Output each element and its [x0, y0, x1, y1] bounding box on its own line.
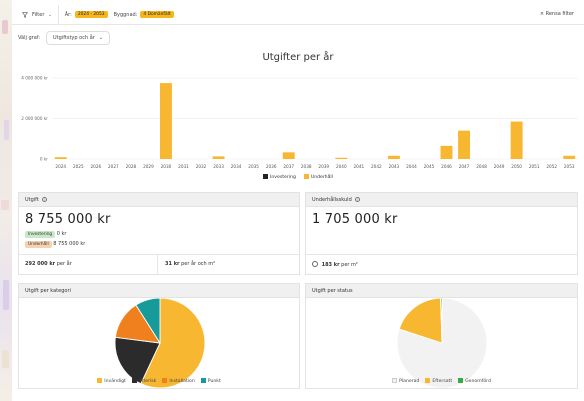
x-tick-label: 2029 — [143, 164, 154, 169]
x-tick-label: 2043 — [389, 164, 400, 169]
x-tick-label: 2027 — [108, 164, 119, 169]
legend-item-investering[interactable]: Investering — [263, 174, 296, 180]
x-tick-label: 2024 — [55, 164, 66, 169]
building-filter-label: Byggnad: — [113, 11, 138, 18]
per-m2-label: per år och m² — [181, 261, 216, 267]
x-tick-label: 2026 — [90, 164, 101, 169]
graph-type-select[interactable]: Utgiftstyp och år ⌄ — [46, 31, 111, 45]
clear-filter-button[interactable]: × Rensa filter — [540, 11, 574, 17]
x-tick-label: 2044 — [406, 164, 417, 169]
x-tick-label: 2036 — [266, 164, 277, 169]
x-tick-label: 2039 — [318, 164, 329, 169]
status-card-title: Utgift per status — [312, 287, 353, 294]
legend-item-invändigt[interactable]: Invändigt — [97, 378, 126, 384]
kategori-card-title: Utgift per kategori — [25, 287, 71, 294]
x-tick-label: 2034 — [231, 164, 242, 169]
x-tick-label: 2053 — [564, 164, 575, 169]
map-background-strip — [0, 0, 12, 401]
expenses-panel: Filter ⌄ År: 2024 - 2053 Byggnad: 4 Domä… — [12, 0, 584, 401]
status-legend: Planerad Eftersatt Genomförd — [306, 378, 577, 384]
filter-label: Filter — [32, 11, 45, 18]
expenses-bar-chart: 4 000 000 kr 2 000 000 kr 0 kr 2024 2025 2026… — [21, 76, 578, 169]
x-tick-label: 2040 — [336, 164, 347, 169]
graph-select-value: Utgiftstyp och år — [53, 35, 95, 41]
bar-underhåll-2030 — [160, 83, 172, 159]
x-tick-label: 2047 — [459, 164, 470, 169]
underhall-value: 8 755 000 kr — [53, 241, 86, 247]
utgift-card: Utgift i 8 755 000 kr Investering 0 kr Un… — [18, 192, 300, 275]
bar-underhåll-2033 — [212, 156, 225, 159]
x-tick-label: 2041 — [353, 164, 364, 169]
x-tick-label: 2045 — [424, 164, 435, 169]
year-filter-label: År: — [64, 11, 72, 18]
legend-item-underhall[interactable]: Underhåll — [303, 174, 333, 180]
building-filter-chip[interactable]: 4 Domänfält — [140, 11, 174, 18]
x-tick-label: 2031 — [178, 164, 189, 169]
kategori-card: Utgift per kategori Invändigt Ytterlsk Ins… — [18, 283, 300, 389]
year-filter-chip[interactable]: 2024 - 2053 — [74, 11, 108, 18]
legend-item-eftersatt[interactable]: Eftersatt — [425, 378, 452, 384]
bar-underhåll-2037 — [282, 152, 295, 159]
bar-underhåll-2024 — [54, 157, 67, 159]
x-tick-label: 2030 — [161, 164, 172, 169]
per-year-label: per år — [56, 261, 72, 267]
x-tick-label: 2052 — [546, 164, 557, 169]
per-m2-value: 31 kr — [165, 261, 180, 267]
kategori-pie-chart — [115, 298, 205, 388]
utgift-total: 8 755 000 kr — [25, 212, 111, 227]
bar-underhåll-2046 — [440, 145, 453, 159]
x-tick-label: 2038 — [301, 164, 312, 169]
per-year-value: 292 000 kr — [25, 261, 56, 267]
legend-item-installation[interactable]: Installation — [162, 378, 195, 384]
skuld-total: 1 705 000 kr — [312, 212, 398, 227]
legend-item-genomförd[interactable]: Genomförd — [458, 378, 491, 384]
info-icon[interactable]: i — [354, 197, 360, 202]
status-circle-icon — [312, 261, 318, 267]
x-tick-label: 2028 — [126, 164, 137, 169]
bar-underhåll-2043 — [387, 155, 400, 159]
filter-icon — [22, 11, 28, 18]
underhallsskuld-card: Underhållsskuld i 1 705 000 kr 183 kr per… — [305, 192, 578, 275]
x-tick-label: 2046 — [441, 164, 452, 169]
x-tick-label: 2050 — [511, 164, 522, 169]
skuld-card-title: Underhållsskuld — [312, 196, 352, 203]
bar-underhåll-2050 — [510, 121, 523, 159]
chevron-down-icon: ⌄ — [48, 12, 52, 17]
x-tick-label: 2048 — [476, 164, 487, 169]
legend-item-ytterlsk[interactable]: Ytterlsk — [131, 378, 156, 384]
x-tick-label: 2037 — [283, 164, 294, 169]
x-tick-label: 2032 — [196, 164, 207, 169]
info-icon[interactable]: i — [41, 197, 47, 202]
status-pie-chart — [397, 298, 487, 388]
x-tick-label: 2051 — [529, 164, 540, 169]
bar-underhåll-2047 — [458, 130, 470, 159]
graph-select-label: Välj graf: — [18, 35, 41, 41]
x-tick-label: 2049 — [494, 164, 505, 169]
bar-underhåll-2040 — [335, 157, 348, 159]
filter-button[interactable]: Filter ⌄ — [12, 4, 59, 25]
legend-item-punkt[interactable]: Punkt — [200, 378, 221, 384]
y-tick-label: 0 kr — [40, 157, 48, 162]
kategori-legend: Invändigt Ytterlsk Installation Punkt — [19, 378, 299, 384]
utgift-card-title: Utgift — [25, 196, 39, 203]
underhall-tag: Underhåll — [25, 241, 52, 248]
investering-tag: Investering — [25, 231, 56, 238]
skuld-per-m2-value: 183 kr — [321, 262, 340, 268]
chart-legend: Investering Underhåll — [12, 174, 584, 180]
bar-underhåll-2053 — [563, 155, 576, 159]
status-card: Utgift per status Planerad Eftersatt Genom… — [305, 283, 578, 389]
x-tick-label: 2042 — [371, 164, 382, 169]
x-tick-label: 2025 — [73, 164, 84, 169]
skuld-per-m2-label: per m² — [341, 262, 358, 268]
chevron-down-icon: ⌄ — [98, 35, 104, 41]
filter-bar: Filter ⌄ År: 2024 - 2053 Byggnad: 4 Domä… — [12, 4, 584, 25]
y-tick-label: 4 000 000 kr — [21, 76, 48, 81]
y-tick-label: 2 000 000 kr — [21, 116, 48, 121]
investering-value: 0 kr — [56, 231, 67, 237]
x-tick-label: 2033 — [213, 164, 224, 169]
graph-select-row: Välj graf: Utgiftstyp och år ⌄ — [18, 31, 111, 45]
legend-item-planerad[interactable]: Planerad — [392, 378, 419, 384]
x-tick-label: 2035 — [248, 164, 259, 169]
